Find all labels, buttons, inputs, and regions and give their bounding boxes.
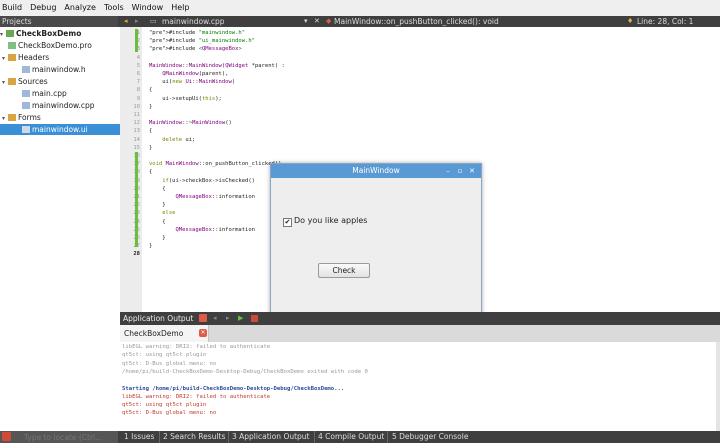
menu-build[interactable]: Build [0, 0, 26, 16]
code-line: if(ui->checkBox->isChecked() [162, 177, 255, 184]
status-tab-compile-output[interactable]: 4 Compile Output [318, 431, 384, 443]
tree-item-forms[interactable]: ▾ Forms [0, 112, 122, 123]
search-icon [2, 432, 11, 441]
change-markers [135, 27, 138, 312]
tree-item-project[interactable]: ▾ CheckBoxDemo [0, 28, 120, 39]
mainwindow-dialog: MainWindow – ▫ ✕ ✔ Do you like apples Ch… [270, 163, 482, 327]
bookmark-icon: ♦ [627, 17, 634, 25]
code-line: QMessageBox::information [175, 226, 255, 233]
output-line: libEGL warning: DRI2: failed to authenti… [122, 344, 271, 350]
cursor-position-label: Line: 28, Col: 1 [637, 17, 694, 26]
stop-icon[interactable] [251, 315, 258, 322]
output-line: /home/pi/build-CheckBoxDemo-Desktop-Debu… [122, 368, 368, 375]
code-line: } [149, 235, 166, 241]
code-line: { [149, 218, 166, 225]
folder-icon [8, 114, 16, 121]
menu-debug[interactable]: Debug [26, 0, 60, 16]
code-line: } [149, 243, 153, 250]
tree-item-pro-file[interactable]: CheckBoxDemo.pro [0, 40, 128, 51]
source-file-icon [22, 90, 30, 97]
output-pane-title: Application Output [123, 314, 194, 323]
code-line: { [149, 185, 166, 192]
menu-analyze[interactable]: Analyze [60, 0, 100, 16]
menu-window[interactable]: Window [128, 0, 168, 16]
minimize-icon[interactable]: – [443, 165, 453, 177]
code-line: QMainWindow(parent), [162, 71, 229, 77]
code-line: "pre">#include "ui_mainwindow.h" [149, 38, 255, 45]
code-line: } [149, 144, 153, 151]
apples-checkbox-label[interactable]: Do you like apples [294, 216, 367, 225]
code-line: "pre">#include <QMessageBox> [149, 46, 242, 53]
output-tab-label[interactable]: CheckBoxDemo [124, 325, 183, 342]
close-icon[interactable]: ✕ [467, 165, 477, 177]
source-file-icon [22, 102, 30, 109]
tree-item-headers[interactable]: ▾ Headers [0, 52, 122, 63]
status-tab-debugger-console[interactable]: 5 Debugger Console [392, 431, 468, 443]
status-separator [314, 431, 315, 443]
menu-tools[interactable]: Tools [100, 0, 128, 16]
code-line: else [162, 210, 176, 217]
code-line: } [149, 103, 153, 110]
locator-input[interactable] [14, 431, 116, 443]
status-tab-issues[interactable]: 1 Issues [124, 431, 154, 443]
project-tree: ▾ CheckBoxDemo CheckBoxDemo.pro ▾ Headers … [0, 27, 121, 431]
code-line: ui(new Ui::MainWindow) [149, 79, 236, 86]
code-line: MainWindow::~MainWindow() [149, 120, 232, 127]
code-line: { [149, 128, 153, 135]
code-line: ui->setupUi(this); [149, 95, 222, 102]
output-line: qt5ct: using qt5ct plugin [122, 352, 207, 359]
code-line: "pre">#include "mainwindow.h" [149, 30, 246, 36]
tree-item-sources[interactable]: ▾ Sources [0, 76, 122, 87]
output-line: qt5ct: D-Bus global menu: no [122, 360, 217, 367]
maximize-icon[interactable]: ▫ [455, 165, 465, 177]
code-line: { [149, 169, 153, 176]
code-line: { [149, 87, 153, 94]
next-icon[interactable]: ▸ [226, 312, 230, 325]
tab-close-icon[interactable]: ✕ [199, 329, 207, 337]
attach-icon[interactable] [199, 314, 207, 322]
status-tab-search-results[interactable]: 2 Search Results [163, 431, 225, 443]
nav-back-icon[interactable]: ◂ [124, 16, 128, 27]
menu-help[interactable]: Help [167, 0, 193, 16]
apples-checkbox[interactable]: ✔ [283, 218, 292, 227]
output-text-area[interactable]: libEGL warning: DRI2: failed to authenti… [120, 342, 716, 431]
function-icon: ◆ [326, 17, 332, 25]
menu-bar: Build Debug Analyze Tools Window Help [0, 0, 720, 17]
output-line: libEGL warning: DRI2: failed to authenti… [122, 393, 271, 400]
code-line: delete ui; [162, 136, 196, 143]
code-line: QMessageBox::information [175, 194, 255, 200]
open-file-combo[interactable]: mainwindow.cpp [162, 16, 225, 27]
status-separator [387, 431, 388, 443]
file-icon: ▭ [150, 17, 157, 25]
line-number-gutter: 1234567891011121314151617181920212223242… [120, 27, 142, 312]
folder-icon [8, 78, 16, 85]
folder-icon [8, 54, 16, 61]
output-scrollbar[interactable] [716, 342, 720, 431]
code-line: } [149, 202, 166, 209]
output-line: qt5ct: D-Bus global menu: no [122, 410, 217, 417]
header-file-icon [22, 66, 30, 73]
code-line: void MainWindow::on_pushButton_clicked() [149, 161, 282, 168]
dialog-body: ✔ Do you like apples Check [271, 178, 481, 326]
output-line: qt5ct: using qt5ct plugin [122, 402, 207, 409]
status-separator [228, 431, 229, 443]
status-separator [159, 431, 160, 443]
pro-file-icon [8, 42, 16, 49]
chevron-down-icon[interactable]: ▾ [304, 16, 308, 27]
prev-icon[interactable]: ◂ [213, 312, 217, 325]
projects-combo[interactable]: Projects [0, 16, 118, 27]
check-button[interactable]: Check [318, 263, 370, 278]
output-tab-bar [120, 325, 720, 343]
tree-item-mainwindow-ui[interactable]: mainwindow.ui [0, 124, 120, 135]
code-line: MainWindow::MainWindow(QWidget *parent) … [149, 62, 285, 69]
project-icon [6, 30, 14, 37]
run-icon[interactable]: ▶ [238, 312, 243, 325]
output-line: Starting /home/pi/build-CheckBoxDemo-Des… [122, 385, 345, 392]
function-combo[interactable]: MainWindow::on_pushButton_clicked(): voi… [334, 16, 499, 27]
nav-forward-icon[interactable]: ▸ [135, 16, 139, 27]
output-pane-header [120, 312, 720, 325]
form-file-icon [22, 126, 30, 133]
close-document-icon[interactable]: ✕ [314, 16, 320, 27]
status-tab-application-output[interactable]: 3 Application Output [232, 431, 310, 443]
